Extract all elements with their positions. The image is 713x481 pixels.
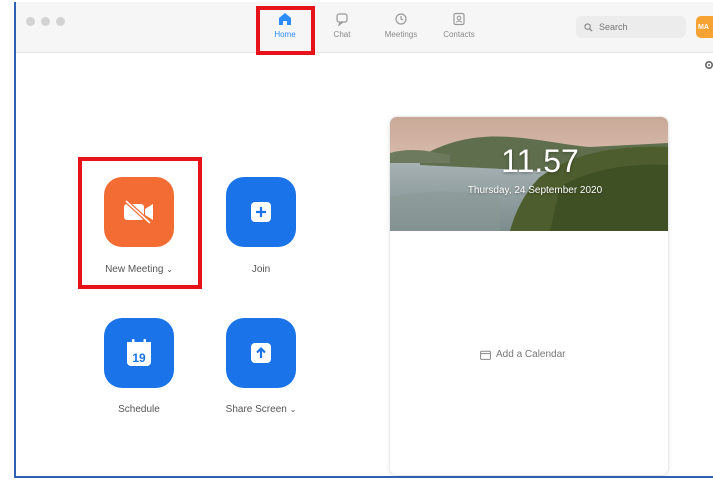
home-tab-highlight — [256, 6, 315, 55]
plus-icon — [251, 202, 271, 222]
contacts-icon — [453, 12, 465, 26]
search-input[interactable] — [597, 21, 681, 33]
clock-icon — [395, 13, 407, 25]
tab-chat-label: Chat — [333, 30, 351, 39]
avatar-initials: MA — [698, 23, 709, 31]
close-window-button[interactable] — [26, 17, 35, 26]
title-bar: Home Chat Meetings Contacts Search MA — [16, 2, 713, 53]
gear-icon[interactable] — [704, 60, 713, 70]
avatar[interactable]: MA — [696, 16, 713, 38]
clock-time: 11.57 — [501, 143, 579, 179]
schedule-day-number: 19 — [132, 351, 146, 365]
join-button[interactable] — [226, 177, 296, 247]
share-up-arrow-icon — [251, 343, 271, 363]
schedule-label[interactable]: Schedule — [79, 404, 199, 415]
tab-contacts[interactable]: Contacts — [434, 8, 484, 48]
lake-banner-image: 11.57 Thursday, 24 September 2020 — [390, 117, 668, 231]
upcoming-meetings-card: 11.57 Thursday, 24 September 2020 Add a … — [389, 116, 669, 476]
tab-meetings-label: Meetings — [384, 30, 418, 39]
share-screen-button[interactable] — [226, 318, 296, 388]
calendar-icon: 19 — [127, 339, 151, 366]
share-screen-label[interactable]: Share Screen ⌄ — [201, 404, 321, 415]
schedule-button[interactable]: 19 — [104, 318, 174, 388]
new-meeting-highlight — [78, 157, 202, 289]
window-controls — [26, 17, 65, 26]
maximize-window-button[interactable] — [56, 17, 65, 26]
calendar-small-icon — [480, 350, 491, 360]
tab-contacts-label: Contacts — [443, 30, 475, 39]
search-box[interactable] — [576, 16, 686, 38]
chat-icon — [336, 13, 348, 26]
tab-chat[interactable]: Chat — [317, 8, 367, 48]
join-label[interactable]: Join — [201, 264, 321, 275]
minimize-window-button[interactable] — [41, 17, 50, 26]
chevron-down-icon[interactable]: ⌄ — [290, 405, 297, 414]
zoom-window: Home Chat Meetings Contacts Search MA Ne… — [14, 2, 713, 478]
search-icon — [584, 22, 593, 32]
tab-meetings[interactable]: Meetings — [376, 8, 426, 48]
share-screen-text: Share Screen — [225, 404, 287, 415]
clock-date: Thursday, 24 September 2020 — [467, 185, 603, 196]
add-calendar-label: Add a Calendar — [496, 349, 566, 360]
add-calendar-button[interactable]: Add a Calendar — [480, 349, 566, 360]
